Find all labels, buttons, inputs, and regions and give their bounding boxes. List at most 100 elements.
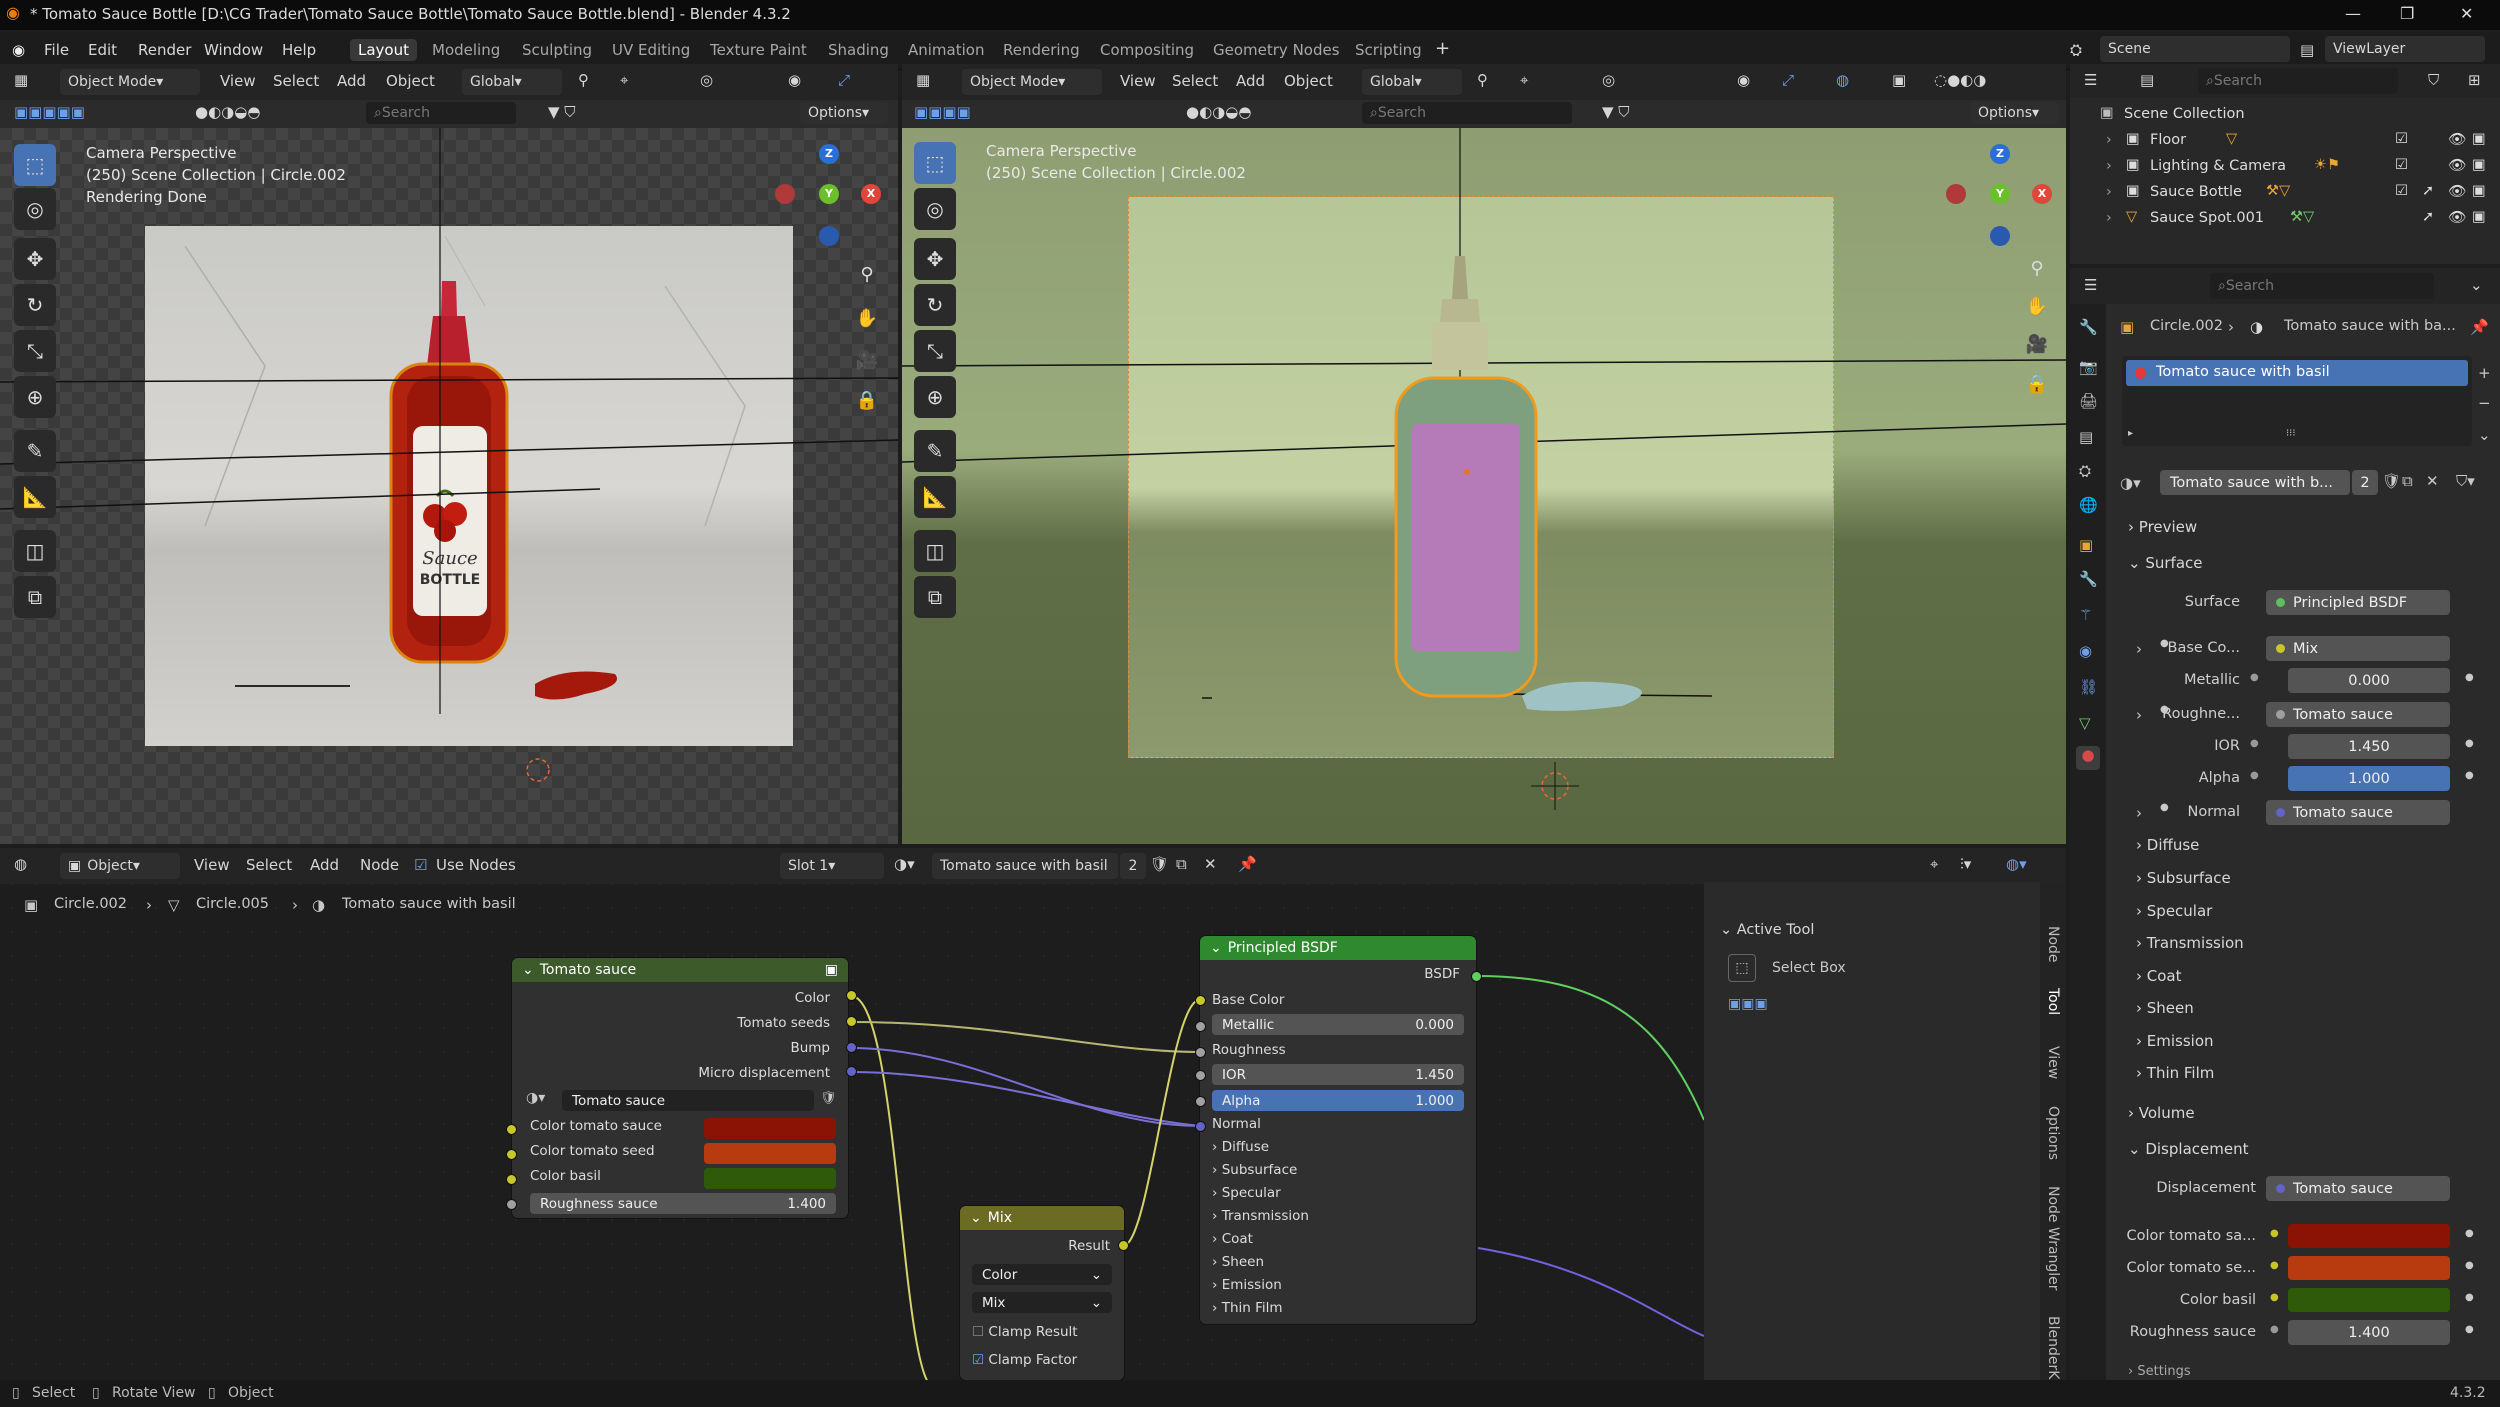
surface-shader-field[interactable]: Principled BSDF <box>2266 590 2450 615</box>
unlink-icon[interactable]: ✕ <box>2426 472 2439 490</box>
scene-icon[interactable]: ⛭ <box>2070 41 2082 59</box>
tool-scale[interactable]: ⤡ <box>914 330 956 372</box>
keyframe-dot-icon[interactable]: ● <box>2465 770 2474 781</box>
tab-scripting[interactable]: Scripting <box>1347 39 1430 61</box>
roughness-sauce-field[interactable]: Roughness sauce 1.400 <box>530 1193 836 1214</box>
tool-measure[interactable]: 📐 <box>14 476 56 518</box>
resize-handle-icon[interactable]: ⁝⁝⁝ <box>2286 428 2296 439</box>
maximize-icon[interactable]: ❐ <box>2400 4 2414 23</box>
render-tab-icon[interactable]: 📷 <box>2079 358 2098 376</box>
clamp-factor-checkbox[interactable]: ☑ Clamp Factor <box>972 1352 1077 1368</box>
keyframe-dot-icon[interactable]: ● <box>2465 1228 2474 1239</box>
node-principled-bsdf[interactable]: ⌄ Principled BSDF BSDF Base Color Metalli… <box>1200 936 1476 1324</box>
outliner-root[interactable]: ▣ Scene Collection <box>2070 102 2470 128</box>
socket-micro-out[interactable] <box>846 1066 857 1077</box>
camera-render-icon[interactable]: ▣ <box>2472 131 2486 147</box>
tool-add-object[interactable]: ⧉ <box>914 576 956 618</box>
fake-user-icon[interactable]: 🛡 <box>2382 472 2401 490</box>
tab-view[interactable]: View <box>2045 1046 2061 1079</box>
socket-in[interactable] <box>506 1199 517 1210</box>
metallic-field[interactable]: Metallic 0.000 <box>1212 1014 1464 1035</box>
pin-icon[interactable]: 📌 <box>2470 318 2489 336</box>
object-tab-icon[interactable]: ▣ <box>2079 536 2093 554</box>
pan-icon[interactable]: ✋ <box>2022 292 2052 322</box>
tool-select-box[interactable]: ⬚ <box>914 142 956 184</box>
view-layer-icon[interactable]: ▤ <box>2300 41 2314 59</box>
base-color-field[interactable]: Mix <box>2266 636 2450 661</box>
material-tab-icon[interactable]: ● <box>2076 746 2100 770</box>
outliner-editor-icon[interactable]: ☰ <box>2084 71 2097 89</box>
panel-thin-film[interactable]: › Thin Film <box>1212 1300 1283 1316</box>
keyframe-dot-icon[interactable]: ● <box>2465 672 2474 683</box>
world-tab-icon[interactable]: 🌐 <box>2079 496 2098 514</box>
output-tab-icon[interactable]: 🖨 <box>2079 392 2098 410</box>
active-tool-header[interactable]: ⌄ Active Tool <box>1720 922 1814 938</box>
camera-view-icon[interactable]: 🎥 <box>2022 330 2052 360</box>
outliner-item-sauce-spot[interactable]: › ▽ Sauce Spot.001 ⚒▽ ➚ 👁 ▣ <box>2070 206 2486 232</box>
checkbox-icon[interactable]: ☑ <box>2395 131 2408 147</box>
add-slot-icon[interactable]: + <box>2478 364 2491 382</box>
add-workspace-icon[interactable]: + <box>1435 38 1450 59</box>
tool-add-cube[interactable]: ◫ <box>14 530 56 572</box>
outliner-item-floor[interactable]: › ▣ Floor ▽ ☑ 👁 ▣ <box>2070 128 2486 154</box>
checkbox-icon[interactable]: ☑ <box>2395 183 2408 199</box>
socket-in[interactable] <box>506 1174 517 1185</box>
ior-field[interactable]: IOR 1.450 <box>1212 1064 1464 1085</box>
tab-geometry-nodes[interactable]: Geometry Nodes <box>1205 39 1348 61</box>
section-surface[interactable]: ⌄ Surface <box>2128 554 2203 572</box>
camera-render-icon[interactable]: ▣ <box>2472 209 2486 225</box>
material-filter-icon[interactable]: ⛉▾ <box>2456 472 2475 490</box>
socket-roughness-in[interactable] <box>1195 1047 1206 1058</box>
socket-result-out[interactable] <box>1118 1240 1129 1251</box>
tool-cursor[interactable]: ◎ <box>914 188 956 230</box>
tab-options[interactable]: Options <box>2045 1106 2061 1160</box>
tool-transform[interactable]: ⊕ <box>14 376 56 418</box>
data-tab-icon[interactable]: ▽ <box>2079 714 2091 732</box>
socket-in[interactable] <box>506 1124 517 1135</box>
tool-add-object[interactable]: ⧉ <box>14 576 56 618</box>
axis-neg-x-icon[interactable] <box>775 184 795 204</box>
constraints-tab-icon[interactable]: ⛓ <box>2079 678 2098 696</box>
panel-subsurface[interactable]: › Subsurface <box>1212 1162 1297 1178</box>
panel-transmission[interactable]: › Transmission <box>2136 934 2244 952</box>
fake-user-icon[interactable]: 🛡 <box>820 1091 837 1106</box>
socket-bsdf-out[interactable] <box>1471 971 1482 982</box>
eye-icon[interactable]: 👁 <box>2448 131 2466 148</box>
node-header[interactable]: ⌄ Tomato sauce ▣ <box>512 958 848 982</box>
close-icon[interactable]: ✕ <box>2460 4 2473 23</box>
keyframe-dot-icon[interactable]: ● <box>2465 1260 2474 1271</box>
tool-measure[interactable]: 📐 <box>914 476 956 518</box>
panel-coat[interactable]: › Coat <box>2136 967 2182 985</box>
tool-rotate[interactable]: ↻ <box>914 284 956 326</box>
panel-emission[interactable]: › Emission <box>2136 1032 2214 1050</box>
color-tomato-seed-swatch[interactable] <box>2288 1256 2450 1280</box>
select-box-icon[interactable]: ⬚ <box>1728 954 1756 982</box>
tab-tool[interactable]: Tool <box>2045 988 2061 1015</box>
panel-sheen[interactable]: › Sheen <box>1212 1254 1264 1270</box>
slot-expand-icon[interactable]: ▸ <box>2128 428 2133 439</box>
viewport-right[interactable]: ▦ Object Mode ▾ View Select Add Object G… <box>902 64 2066 844</box>
tool-tab-icon[interactable]: 🔧 <box>2079 318 2098 336</box>
alpha-field[interactable]: 1.000 <box>2288 766 2450 791</box>
menu-edit[interactable]: Edit <box>88 41 117 59</box>
roughness-field[interactable]: Tomato sauce <box>2266 702 2450 727</box>
expand-icon[interactable]: › <box>2106 210 2112 226</box>
axis-z-icon[interactable]: Z <box>1990 144 2010 164</box>
particles-tab-icon[interactable]: ⚚ <box>2079 606 2092 624</box>
new-collection-icon[interactable]: ⊞ <box>2468 71 2481 89</box>
camera-view-icon[interactable]: 🎥 <box>852 346 882 376</box>
duplicate-icon[interactable]: ⧉ <box>2402 472 2413 490</box>
selectable-icon[interactable]: ➚ <box>2422 209 2434 225</box>
socket-bump-out[interactable] <box>846 1042 857 1053</box>
eye-icon[interactable]: 👁 <box>2448 183 2466 200</box>
tool-select-box[interactable]: ⬚ <box>14 144 56 186</box>
display-mode-icon[interactable]: ▤ <box>2140 71 2154 89</box>
lock-camera-icon[interactable]: 🔒 <box>852 386 882 416</box>
normal-field[interactable]: Tomato sauce <box>2266 800 2450 825</box>
section-displacement[interactable]: ⌄ Displacement <box>2128 1140 2248 1158</box>
expand-icon[interactable]: › <box>2106 184 2112 200</box>
panel-thin-film[interactable]: › Thin Film <box>2136 1064 2214 1082</box>
axis-x-icon[interactable]: X <box>861 184 881 204</box>
panel-specular[interactable]: › Specular <box>2136 902 2212 920</box>
outliner-item-lighting-camera[interactable]: › ▣ Lighting & Camera ☀⚑ ☑ 👁 ▣ <box>2070 154 2486 180</box>
